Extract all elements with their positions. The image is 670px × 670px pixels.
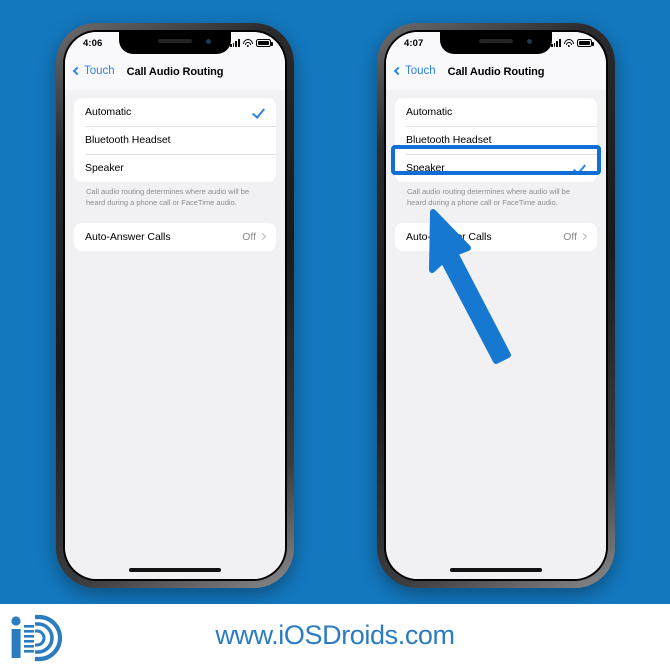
earpiece-speaker-icon [158,39,192,43]
cellular-signal-icon [229,39,240,47]
cellular-signal-icon [550,39,561,47]
notch [440,32,552,54]
status-time: 4:06 [83,38,103,49]
auto-answer-group: Auto-Answer Calls Off [395,222,597,251]
auto-answer-value: Off [242,230,256,243]
footer-url-text[interactable]: www.iOSDroids.com [0,620,670,651]
option-label: Bluetooth Headset [406,134,492,146]
option-row-bluetooth-headset[interactable]: Bluetooth Headset [74,126,276,154]
status-icons [229,39,273,48]
front-camera-icon [206,39,211,44]
option-label: Speaker [85,162,124,174]
phone-mockup-left: 4:06 Touch Call Audio Routing Automatic … [56,23,294,588]
page-title: Call Audio Routing [447,66,545,78]
phone-screen: 4:07 Touch Call Audio Routing Automatic … [386,32,606,579]
auto-answer-calls-row[interactable]: Auto-Answer Calls Off [395,222,597,251]
notch [119,32,231,54]
chevron-right-icon [579,233,588,241]
settings-content: Automatic Bluetooth Headset Speaker Call… [386,90,606,579]
wifi-icon [564,39,574,48]
audio-routing-group: Automatic Bluetooth Headset Speaker [395,98,597,182]
option-label: Automatic [85,106,132,118]
option-row-bluetooth-headset[interactable]: Bluetooth Headset [395,126,597,154]
group-footnote: Call audio routing determines where audi… [86,187,250,207]
navigation-bar: Touch Call Audio Routing [65,58,285,90]
phone-bezel: 4:06 Touch Call Audio Routing Automatic … [63,30,287,581]
phone-bezel: 4:07 Touch Call Audio Routing Automatic … [384,30,608,581]
auto-answer-group: Auto-Answer Calls Off [74,222,276,251]
option-row-automatic[interactable]: Automatic [395,98,597,126]
front-camera-icon [527,39,532,44]
auto-answer-value: Off [563,230,577,243]
option-row-automatic[interactable]: Automatic [74,98,276,126]
phone-screen: 4:06 Touch Call Audio Routing Automatic … [65,32,285,579]
battery-icon [256,39,273,47]
home-indicator[interactable] [129,568,221,572]
battery-icon [577,39,594,47]
blue-backdrop: 4:06 Touch Call Audio Routing Automatic … [0,0,670,604]
checkmark-icon [574,162,586,174]
auto-answer-label: Auto-Answer Calls [406,230,492,243]
page-title: Call Audio Routing [126,66,224,78]
chevron-right-icon [258,233,267,241]
group-footnote: Call audio routing determines where audi… [407,187,571,207]
status-time: 4:07 [404,38,424,49]
option-row-speaker[interactable]: Speaker [395,154,597,182]
navigation-bar: Touch Call Audio Routing [386,58,606,90]
earpiece-speaker-icon [479,39,513,43]
auto-answer-calls-row[interactable]: Auto-Answer Calls Off [74,222,276,251]
status-icons [550,39,594,48]
settings-content: Automatic Bluetooth Headset Speaker Call… [65,90,285,579]
home-indicator[interactable] [450,568,542,572]
checkmark-icon [253,106,265,118]
auto-answer-label: Auto-Answer Calls [85,230,171,243]
option-label: Bluetooth Headset [85,134,171,146]
option-label: Automatic [406,106,453,118]
phone-mockup-right: 4:07 Touch Call Audio Routing Automatic … [377,23,615,588]
site-footer: www.iOSDroids.com [0,604,670,670]
option-row-speaker[interactable]: Speaker [74,154,276,182]
wifi-icon [243,39,253,48]
option-label: Speaker [406,162,445,174]
audio-routing-group: Automatic Bluetooth Headset Speaker [74,98,276,182]
